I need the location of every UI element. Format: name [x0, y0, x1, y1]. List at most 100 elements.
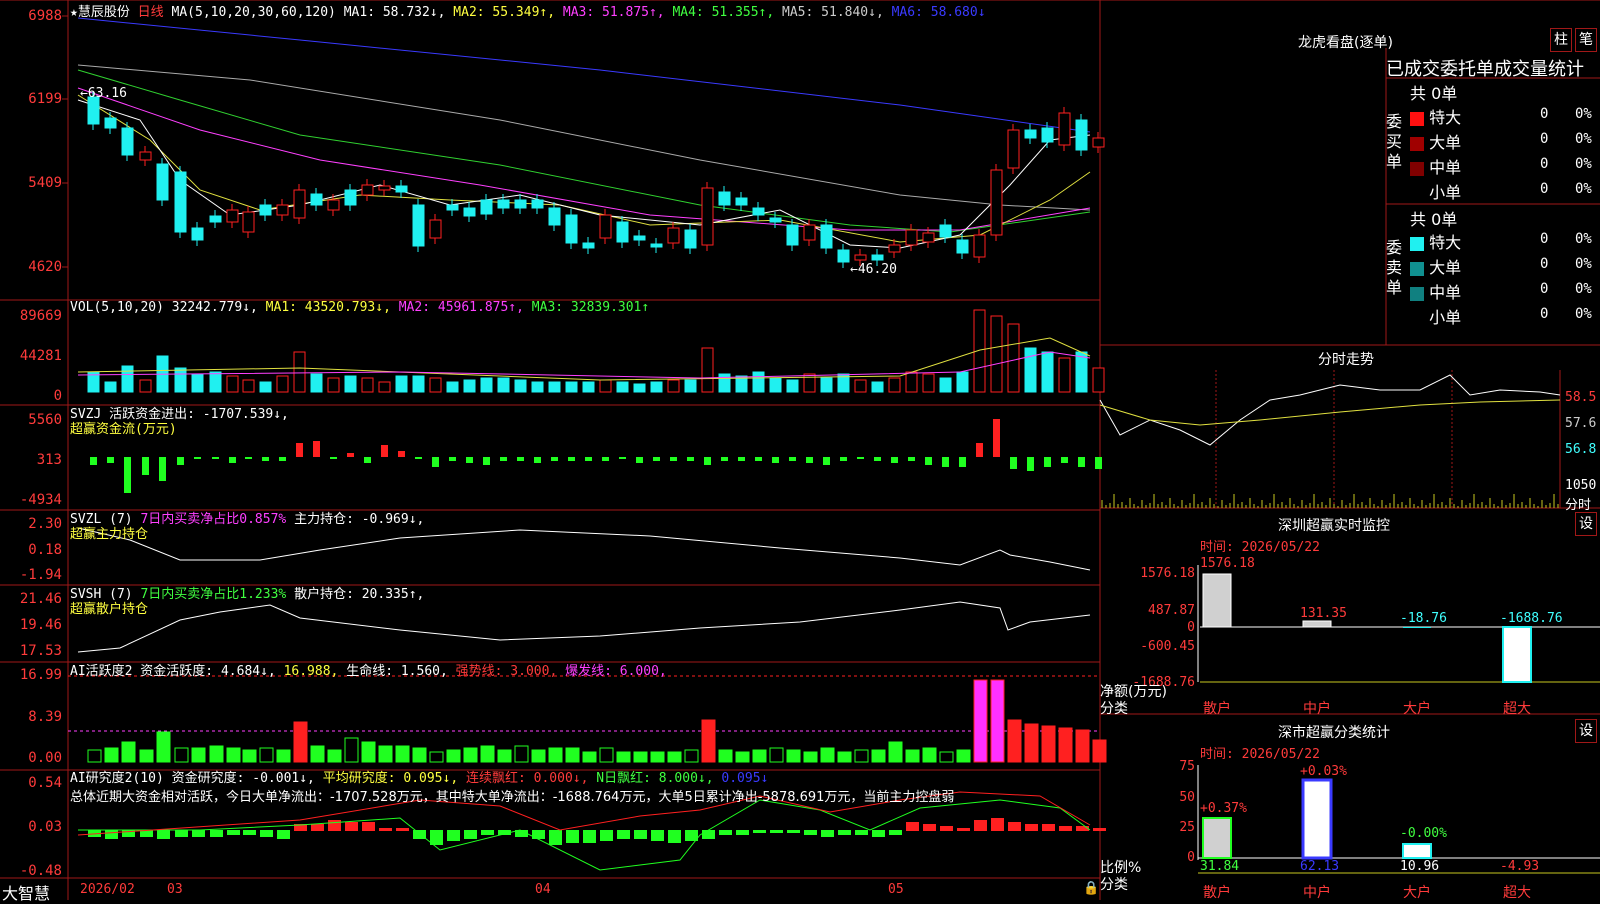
volume-bar: [412, 375, 425, 393]
vol-ma2-line: [77, 351, 1091, 379]
activity-bar: [752, 749, 767, 763]
research-bar: [634, 830, 647, 839]
buy-order-name: 小单: [1429, 183, 1462, 202]
volume-bar: [293, 351, 306, 393]
research-bar: [770, 830, 783, 833]
ma-params: MA(5,10,20,30,60,120): [171, 5, 336, 20]
volume-bar: [344, 375, 357, 393]
ai-active-strong: 强势线: 3.000,: [455, 664, 558, 679]
buy-order-name: 大单: [1429, 133, 1462, 152]
candle-body: [156, 163, 169, 201]
sell-order-name: 特大: [1429, 233, 1462, 252]
research-bar: [991, 818, 1004, 831]
period-label[interactable]: 日线: [138, 5, 164, 20]
volume-bar: [514, 379, 527, 393]
activity-bar: [565, 747, 580, 763]
intraday-avg-line: [1099, 399, 1561, 426]
fund-flow-bar: [772, 457, 779, 463]
svzj-tick-3: -4934: [19, 492, 62, 508]
buy-order-name: 特大: [1429, 108, 1462, 127]
research-bar: [260, 830, 273, 837]
candle-body: [361, 184, 374, 196]
activity-bar: [616, 751, 631, 763]
candle-body: [1024, 129, 1037, 139]
fund-flow-bar: [755, 457, 762, 461]
candle-body: [1041, 127, 1054, 143]
fund-flow-bar: [142, 457, 149, 475]
ai-active-v2: 16.988,: [283, 664, 339, 679]
tab-bar-view[interactable]: 柱: [1550, 28, 1572, 52]
fund-flow-bar: [789, 457, 796, 461]
buy-order-swatch: [1410, 136, 1424, 151]
volume-bar: [104, 381, 117, 393]
sell-order-pct: 0%: [1575, 281, 1592, 297]
candle-body: [854, 254, 867, 261]
volume-bar: [209, 371, 222, 393]
research-bar: [940, 826, 953, 831]
activity-bar: [854, 749, 869, 763]
ma3-value: MA3: 51.875↑,: [562, 5, 665, 20]
candle-body: [226, 209, 239, 223]
candle-body: [276, 204, 289, 216]
volume-bar: [786, 379, 799, 393]
candle-body: [939, 224, 952, 238]
stock-name: 慧辰股份: [77, 5, 130, 20]
activity-bar: [786, 749, 801, 763]
ai-research-avg: 平均研究度: 0.095↓,: [322, 771, 459, 786]
buy-group-label: 委买单: [1386, 112, 1403, 171]
chart-canvas[interactable]: [0, 0, 1600, 900]
buy-order-pct: 0%: [1575, 131, 1592, 147]
fund-flow-bar: [670, 457, 677, 461]
volume-bar: [191, 373, 204, 393]
low-price-annotation: ←46.20: [850, 262, 897, 277]
vol-tick-3: 0: [53, 388, 62, 404]
vol-ma2: MA2: 45961.875↑,: [398, 300, 524, 315]
lock-icon[interactable]: 🔒: [1083, 881, 1099, 896]
sell-order-row: 特大: [1410, 229, 1461, 253]
svsh-retail: 散户持仓: 20.335↑,: [294, 587, 425, 602]
activity-bar: [174, 747, 189, 763]
tab-tick-view[interactable]: 笔: [1575, 28, 1597, 52]
activity-bar: [871, 749, 886, 763]
sz-class-cat-1: 散户: [1203, 885, 1231, 901]
fund-flow-bar: [159, 457, 166, 481]
sz-class-settings-button[interactable]: 设: [1575, 719, 1597, 743]
activity-bar: [395, 745, 410, 763]
activity-bar: [1058, 727, 1073, 763]
activity-bar: [769, 747, 784, 763]
sz-monitor-settings-button[interactable]: 设: [1575, 512, 1597, 536]
sz-class-top-2: +0.03%: [1300, 764, 1347, 779]
sz-class-bottom-1: 31.84: [1200, 859, 1240, 874]
volume-bar: [310, 373, 323, 393]
favorite-star-icon[interactable]: ★: [70, 5, 78, 20]
candle-body: [769, 217, 782, 223]
fund-flow-bar: [245, 457, 252, 459]
ma3-line: [77, 87, 1091, 231]
volume-bar: [650, 381, 663, 393]
fund-flow-bar: [993, 419, 1000, 457]
fund-flow-bar: [398, 451, 405, 457]
candle-body: [956, 239, 969, 254]
sz-class-tick-4: 0: [1187, 850, 1195, 865]
svsh-ratio: 7日内买卖净占比1.233%: [140, 587, 287, 602]
activity-bar: [718, 749, 733, 763]
longhu-header: 已成交委托单成交量统计: [1386, 59, 1584, 80]
research-bar: [804, 830, 817, 835]
candle-body: [803, 224, 816, 241]
fund-flow-bar: [959, 457, 966, 467]
fund-flow-bar: [636, 457, 643, 463]
research-bar: [396, 828, 409, 831]
volume-bar: [752, 371, 765, 393]
volume-bar: [854, 379, 867, 393]
sz-class-time: 时间: 2026/05/22: [1200, 747, 1320, 762]
research-bar: [105, 830, 118, 839]
volume-bar: [905, 371, 918, 393]
ai-active-tick-3: 0.00: [28, 750, 62, 766]
sz-class-bottom-4: -4.93: [1500, 859, 1540, 874]
sz-monitor-value-2: 131.35: [1300, 606, 1347, 621]
ai-research-header: AI研究度2(10) 资金研究度: -0.001↓, 平均研究度: 0.095↓…: [70, 767, 768, 786]
volume-bar: [1041, 351, 1054, 393]
activity-bar: [939, 751, 954, 763]
fund-flow-bar: [551, 457, 558, 461]
activity-bar: [650, 751, 665, 763]
